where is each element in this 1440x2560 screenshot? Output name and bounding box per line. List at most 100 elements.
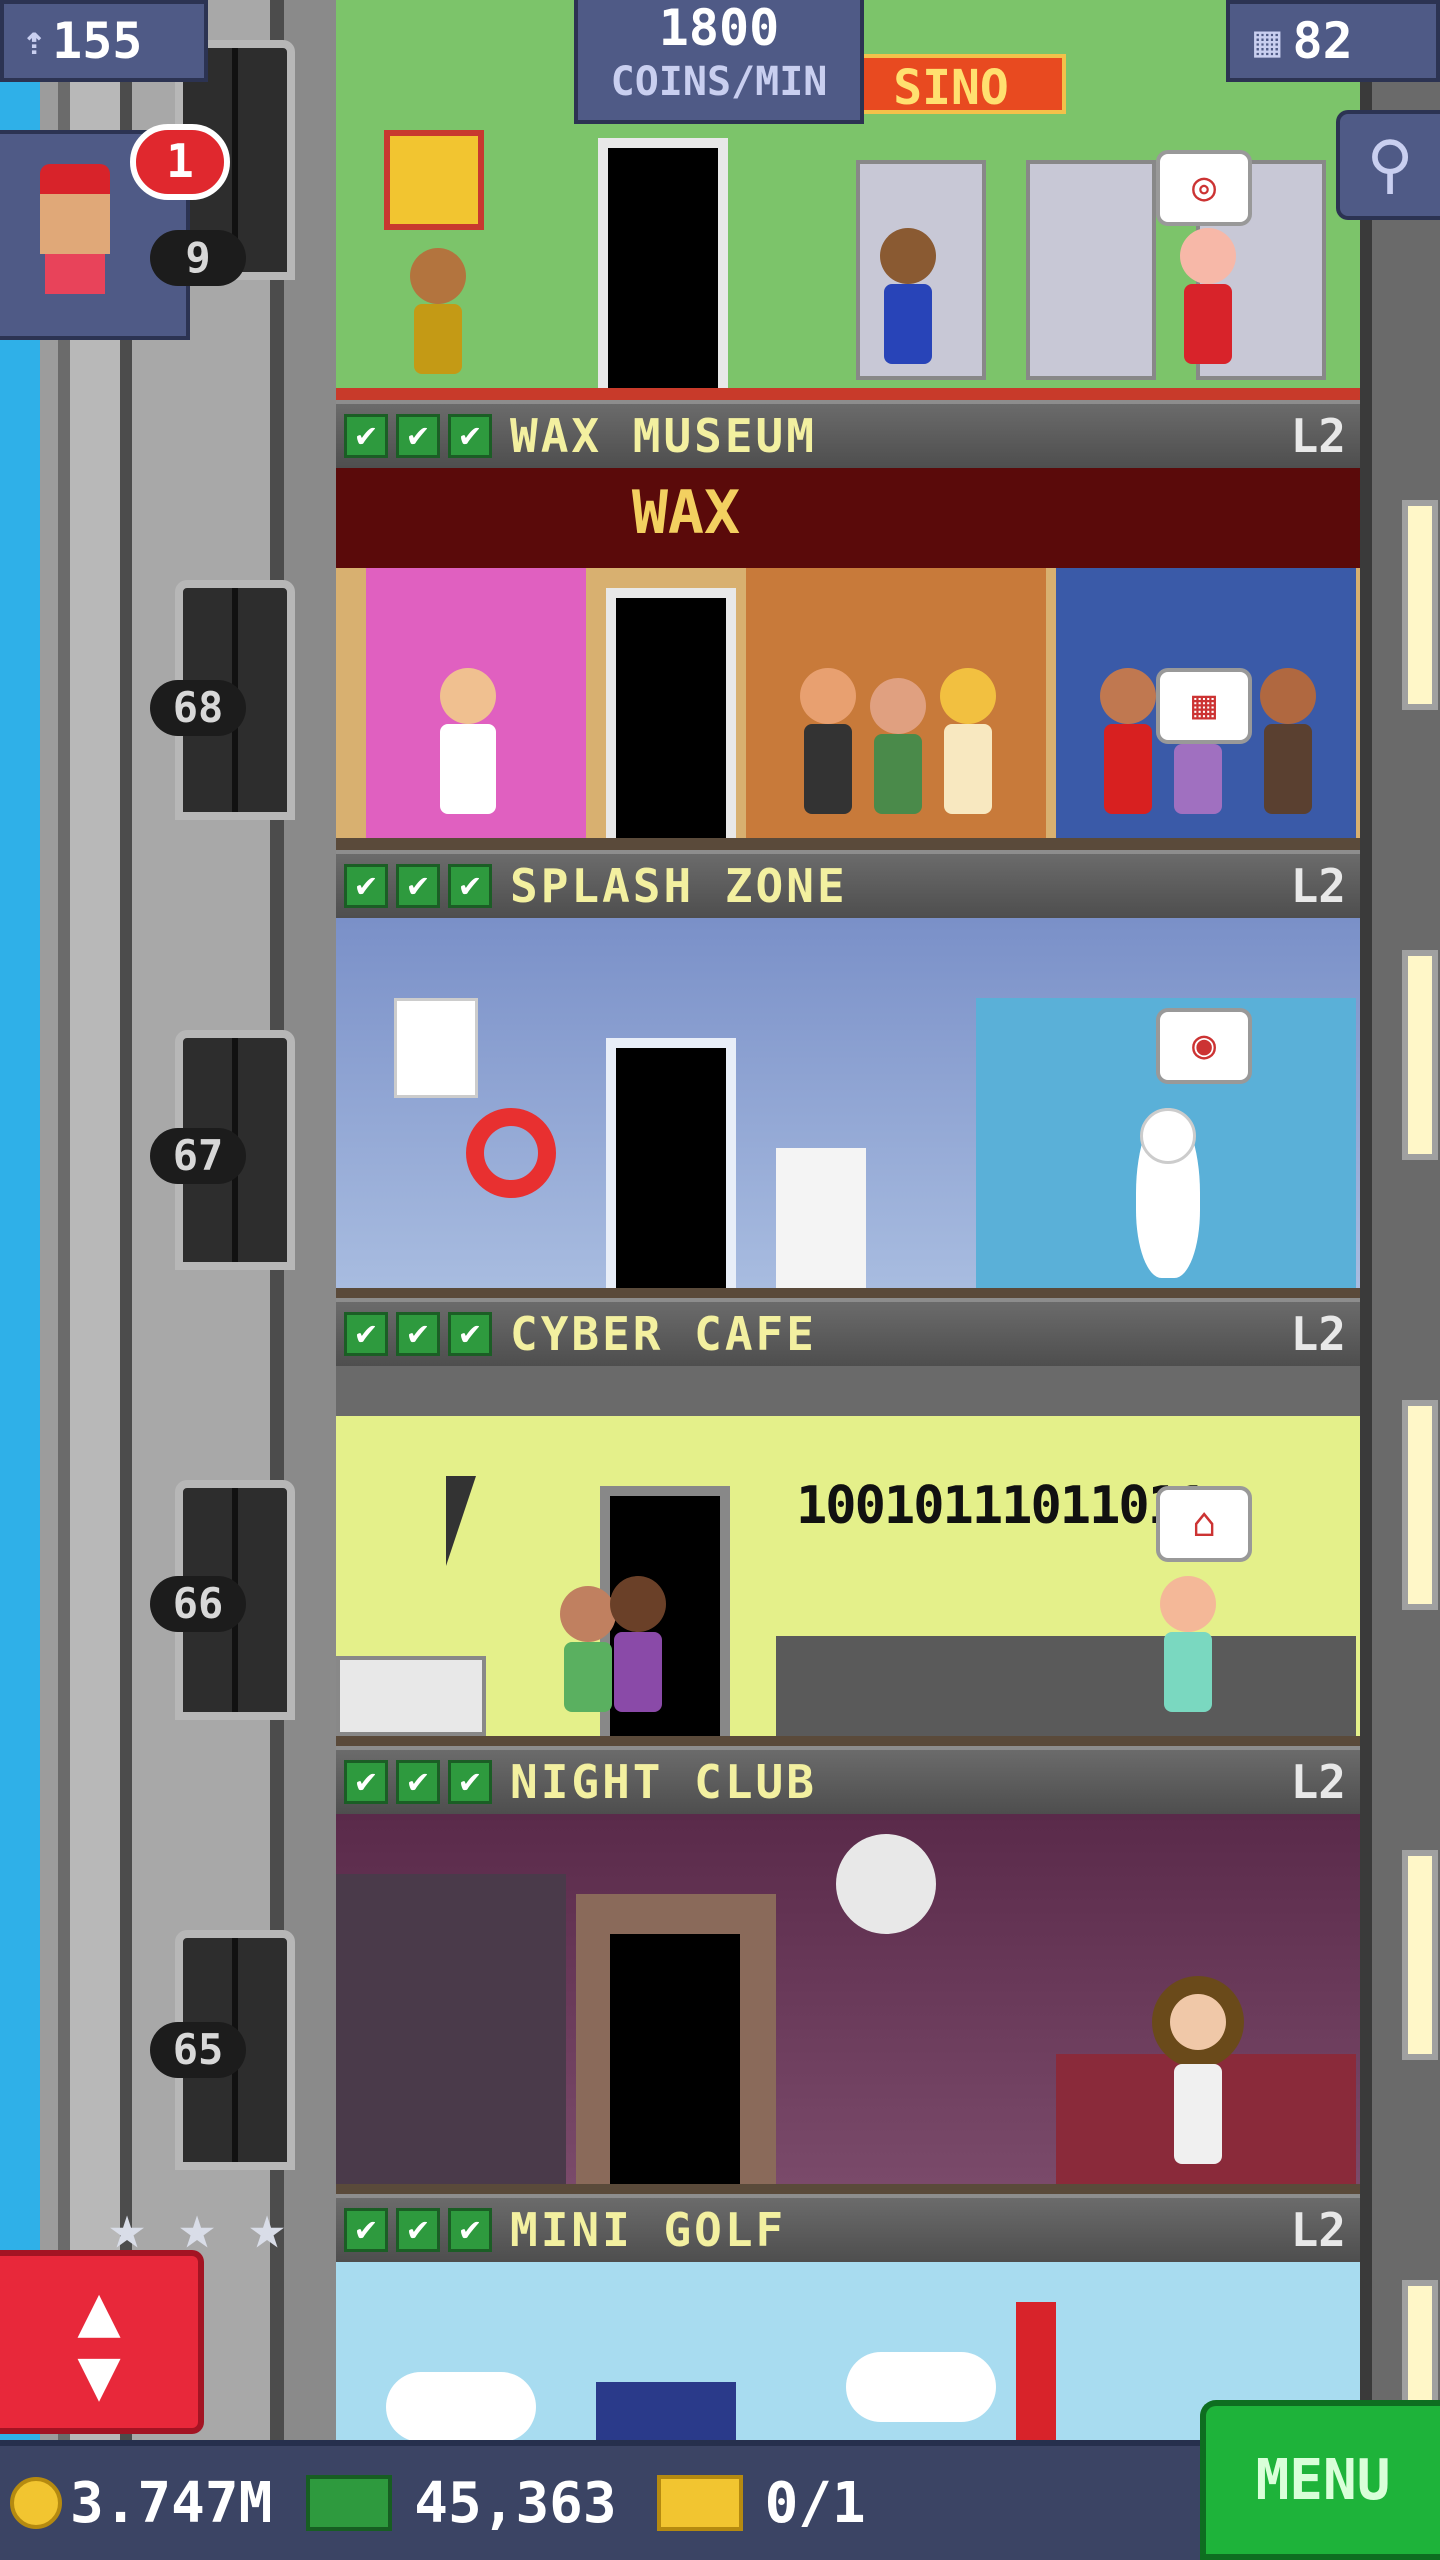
check-icon: ✔ (344, 1760, 388, 1804)
cursor-icon (446, 1476, 476, 1566)
check-icon: ✔ (344, 864, 388, 908)
coins-value: 3.747M (70, 2470, 273, 2536)
floor-number: 9 (150, 230, 246, 286)
window (1402, 500, 1438, 710)
speech-bubble-mouse-icon: ⌂ (1156, 1486, 1252, 1562)
club-guest[interactable] (1166, 1994, 1230, 2174)
floor-number: 67 (150, 1128, 246, 1184)
coin-icon (10, 2477, 62, 2529)
cafe-guest[interactable] (1156, 1576, 1220, 1726)
floor-header: ✔ ✔ ✔ SPLASH ZONE L2 (336, 850, 1360, 918)
coins-per-minute-value: 1800 (658, 0, 780, 57)
magnifier-icon: ⚲ (1366, 128, 1414, 202)
floor-number: 68 (150, 680, 246, 736)
floor-header: ✔ ✔ ✔ WAX MUSEUM L2 (336, 400, 1360, 468)
floors-count-value: 82 (1292, 12, 1353, 70)
poster (394, 998, 478, 1098)
floor-level: L2 (1290, 1755, 1346, 1809)
coins-per-minute-label: COINS/MIN (610, 59, 828, 105)
check-icon: ✔ (344, 2208, 388, 2252)
building-icon: ▦ (1254, 15, 1281, 67)
reception-desk (336, 1656, 486, 1736)
arrow-down-icon: ▼ (77, 2332, 121, 2416)
wax-figure (936, 668, 1000, 828)
cafe-guest[interactable] (606, 1576, 670, 1726)
floor-title: WAX MUSEUM (510, 409, 817, 463)
wax-figure (1096, 668, 1160, 828)
casino-guest[interactable] (876, 228, 940, 378)
speech-bubble-life-ring-icon: ◉ (1156, 1008, 1252, 1084)
window (1402, 950, 1438, 1160)
check-icon: ✔ (396, 1760, 440, 1804)
check-icon: ✔ (448, 1760, 492, 1804)
floor-title: MINI GOLF (510, 2203, 787, 2257)
menu-button[interactable]: MENU (1200, 2400, 1440, 2560)
check-icon: ✔ (344, 1312, 388, 1356)
room-door[interactable] (610, 1934, 740, 2184)
floor-level: L2 (1290, 859, 1346, 913)
wax-figure (436, 668, 500, 828)
ticket-icon (656, 2475, 743, 2531)
disco-ball-icon (836, 1834, 936, 1934)
bux-icon (306, 2475, 393, 2531)
floor-header: ✔ ✔ ✔ MINI GOLF L2 (336, 2194, 1360, 2262)
computer-desks (776, 1636, 1356, 1736)
wax-sign: WAX (631, 478, 741, 548)
cloud (386, 2372, 536, 2442)
coins-per-minute-panel: 1800 COINS/MIN (574, 0, 864, 124)
check-icon: ✔ (396, 864, 440, 908)
slot-sign (384, 130, 484, 230)
floor-splash-zone[interactable]: ✔ ✔ ✔ SPLASH ZONE L2 ◉ (336, 850, 1360, 1300)
floor-level: L2 (1290, 409, 1346, 463)
star-icon: ★ (178, 2190, 216, 2263)
floor-number: 66 (150, 1576, 246, 1632)
floor-header: ✔ ✔ ✔ NIGHT CLUB L2 (336, 1746, 1360, 1814)
binary-text: 10010111011011 (796, 1476, 1208, 1536)
notification-badge: 1 (130, 124, 230, 200)
floor-cyber-cafe[interactable]: ✔ ✔ ✔ CYBER CAFE L2 10010111011011 ⌂ (336, 1298, 1360, 1748)
museum-guest[interactable] (866, 678, 930, 828)
right-wall (1360, 0, 1440, 2490)
elevator-button[interactable]: ▲ ▼ (0, 2250, 204, 2434)
population-counter[interactable]: ⇡ 155 (0, 0, 208, 82)
speech-bubble-exhibit-icon: ▦ (1156, 668, 1252, 744)
floor-wax-museum[interactable]: ✔ ✔ ✔ WAX MUSEUM L2 WAX ▦ (336, 400, 1360, 850)
floor-night-club[interactable]: ✔ ✔ ✔ NIGHT CLUB L2 (336, 1746, 1360, 2196)
casino-guest-santa[interactable] (1176, 228, 1240, 378)
floor-level: L2 (1290, 1307, 1346, 1361)
floor-number: 65 (150, 2022, 246, 2078)
check-icon: ✔ (448, 864, 492, 908)
bar-shelf (336, 1874, 566, 2184)
person-icon: ⇡ (22, 18, 47, 64)
rating-stars: ★ ★ ★ (96, 2196, 298, 2258)
building (1016, 2302, 1056, 2442)
tickets-value: 0/1 (764, 2470, 866, 2536)
window (1402, 1850, 1438, 2060)
bux-value: 45,363 (414, 2470, 617, 2536)
check-icon: ✔ (344, 414, 388, 458)
room-door[interactable] (598, 138, 728, 388)
sky-strip (0, 0, 40, 2440)
wax-figure (1256, 668, 1320, 828)
floor-title: CYBER CAFE (510, 1307, 817, 1361)
room-door[interactable] (606, 1038, 736, 1288)
floor-title: SPLASH ZONE (510, 859, 848, 913)
check-icon: ✔ (448, 414, 492, 458)
casino-guest[interactable] (406, 248, 470, 378)
floor-header: ✔ ✔ ✔ CYBER CAFE L2 (336, 1298, 1360, 1366)
life-ring-icon (466, 1108, 556, 1198)
window (1402, 1400, 1438, 1610)
population-value: 155 (52, 12, 143, 70)
floor-level: L2 (1290, 2203, 1346, 2257)
visitor-avatar (30, 164, 120, 294)
check-icon: ✔ (448, 2208, 492, 2252)
star-icon: ★ (108, 2190, 146, 2263)
casino-sign: SINO (836, 54, 1066, 116)
snowman-guest[interactable] (1136, 1108, 1200, 1278)
speech-bubble-coin-icon: ◎ (1156, 150, 1252, 226)
floors-counter[interactable]: ▦ 82 (1226, 0, 1440, 82)
check-icon: ✔ (396, 2208, 440, 2252)
star-icon: ★ (248, 2190, 286, 2263)
room-door[interactable] (606, 588, 736, 838)
search-button[interactable]: ⚲ (1336, 110, 1440, 220)
